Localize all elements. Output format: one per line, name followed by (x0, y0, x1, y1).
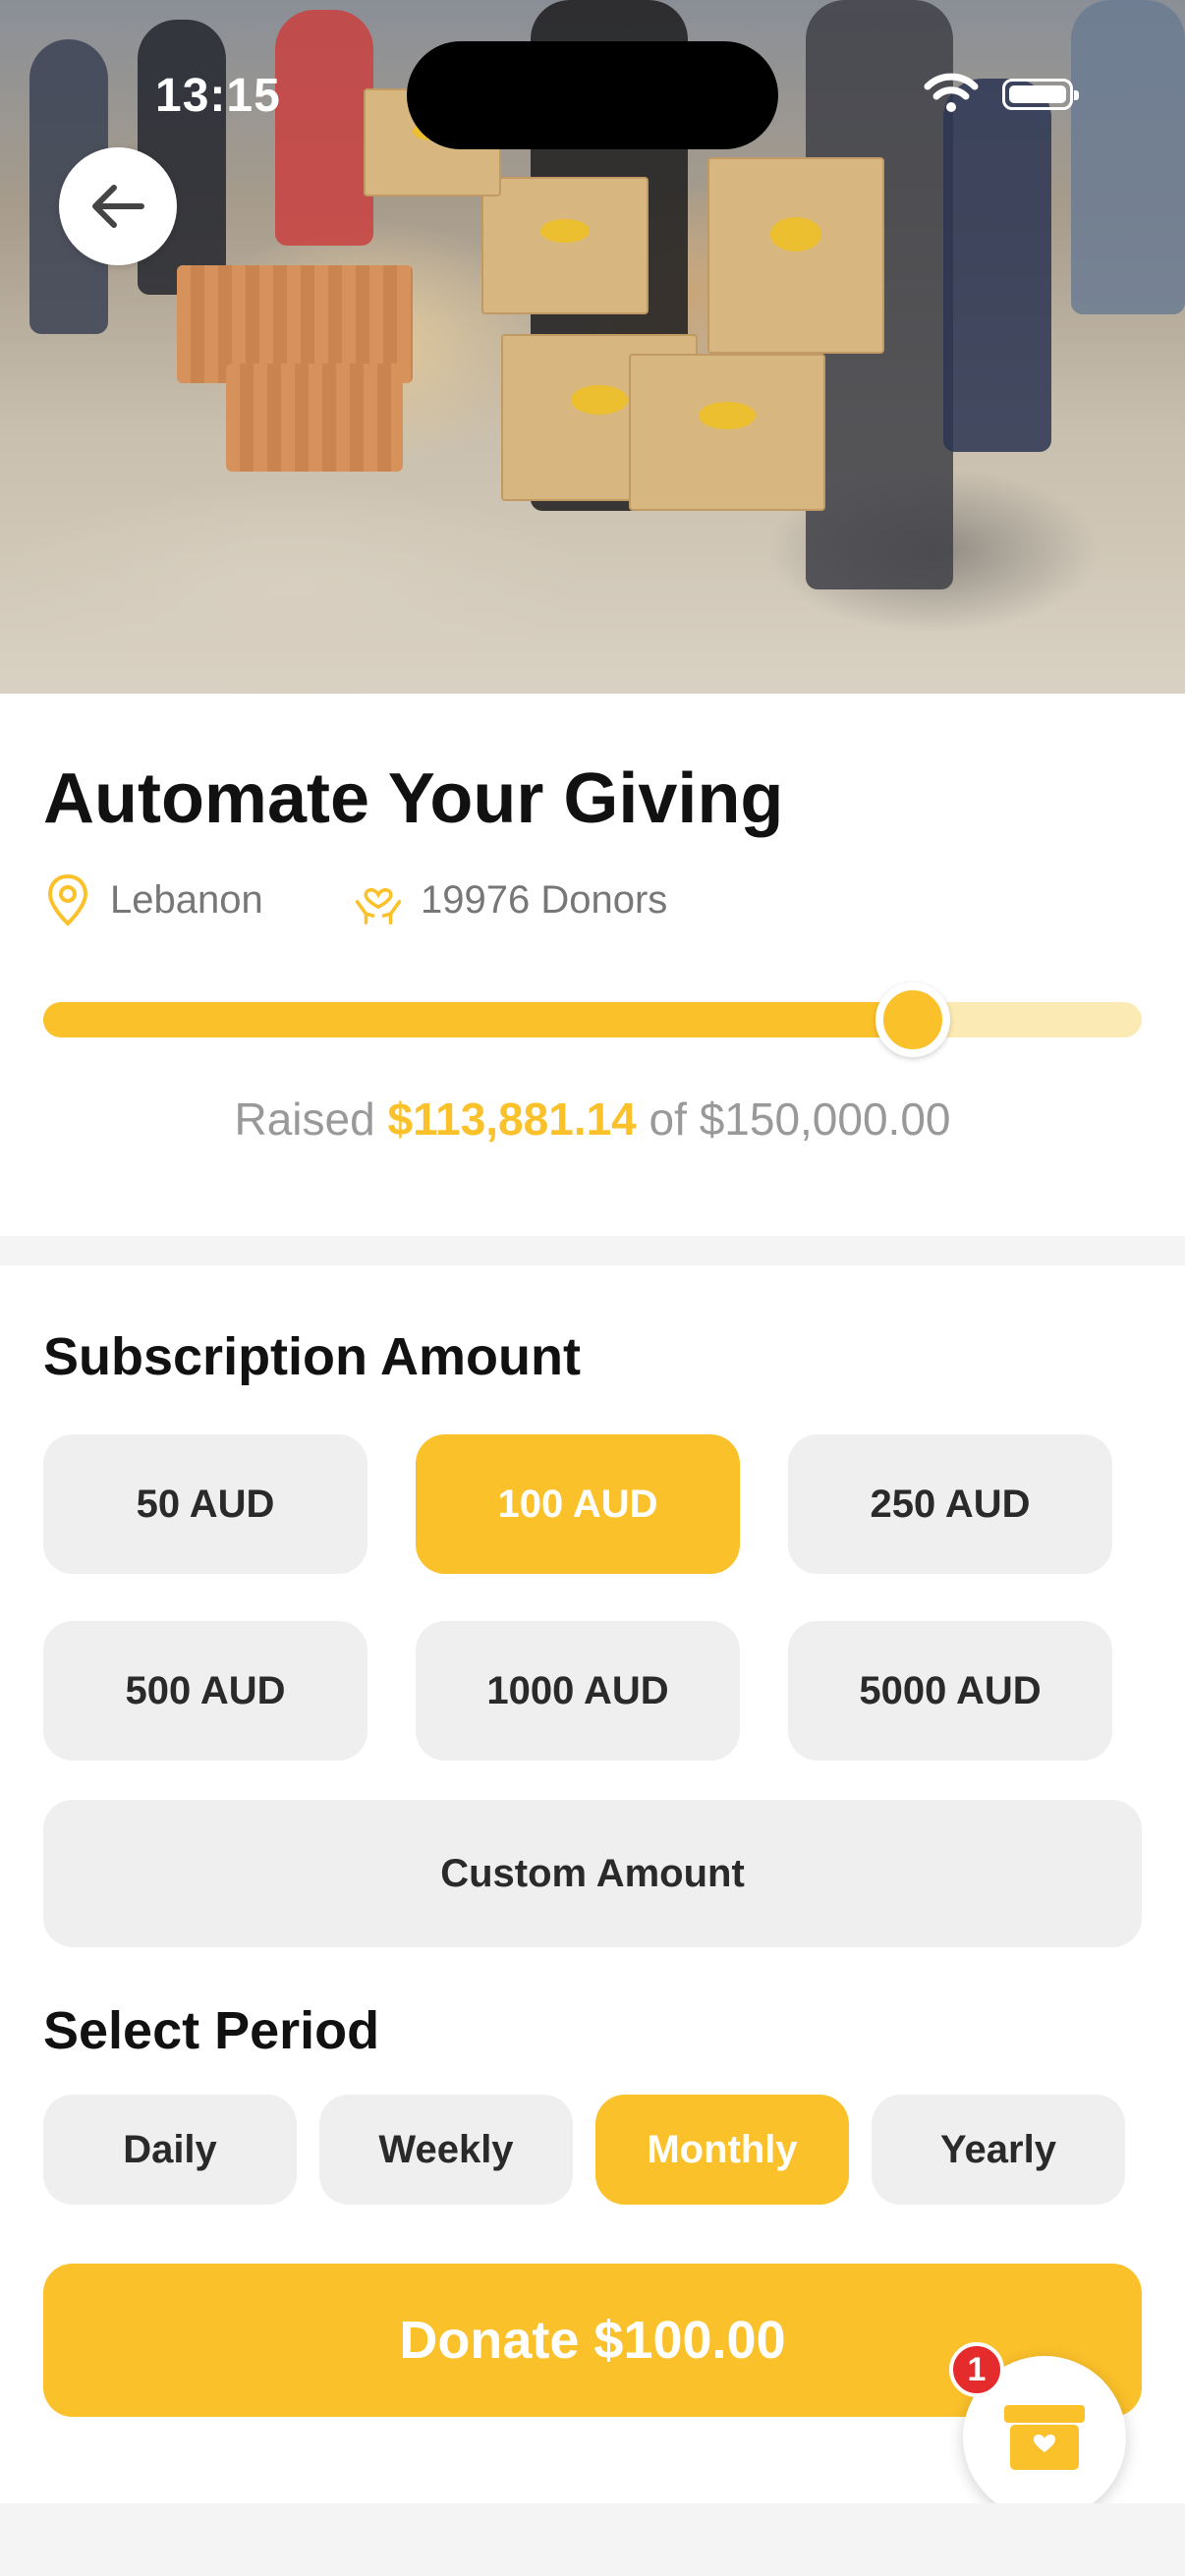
amount-chip[interactable]: 100 AUD (416, 1434, 740, 1574)
raised-goal: of $150,000.00 (649, 1093, 951, 1145)
raised-amount: $113,881.14 (387, 1093, 637, 1145)
period-chip[interactable]: Monthly (595, 2095, 849, 2205)
donors-label: 19976 Donors (421, 877, 668, 922)
wifi-icon (924, 73, 979, 112)
bottom-divider (0, 2503, 1185, 2576)
arrow-left-icon (92, 185, 144, 228)
amount-chip[interactable]: 50 AUD (43, 1434, 367, 1574)
donors-meta: 19976 Donors (354, 872, 667, 927)
progress-knob (875, 982, 951, 1057)
progress-bar (43, 982, 1142, 1057)
subscription-title: Subscription Amount (43, 1327, 581, 1386)
dynamic-island (407, 41, 778, 149)
period-chip[interactable]: Weekly (319, 2095, 573, 2205)
battery-icon (1002, 79, 1079, 110)
back-button[interactable] (59, 147, 177, 265)
status-time: 13:15 (155, 70, 281, 122)
location-pin-icon (47, 873, 88, 926)
location-label: Lebanon (110, 877, 263, 922)
amount-chip[interactable]: 500 AUD (43, 1621, 367, 1761)
donation-box-icon (1004, 2405, 1085, 2470)
period-chip[interactable]: Yearly (872, 2095, 1125, 2205)
amount-chip[interactable]: 250 AUD (788, 1434, 1112, 1574)
amount-chip[interactable]: 1000 AUD (416, 1621, 740, 1761)
raised-prefix: Raised (234, 1093, 375, 1145)
period-chip[interactable]: Daily (43, 2095, 297, 2205)
campaign-title: Automate Your Giving (43, 759, 784, 838)
section-divider (0, 1236, 1185, 1265)
raised-summary: Raised $113,881.14 of $150,000.00 (0, 1092, 1185, 1146)
amount-chip[interactable]: 5000 AUD (788, 1621, 1112, 1761)
custom-amount-button[interactable]: Custom Amount (43, 1800, 1142, 1947)
heart-hands-icon (355, 888, 402, 924)
location-meta: Lebanon (43, 872, 263, 927)
period-title: Select Period (43, 2001, 380, 2060)
progress-fill (43, 1002, 914, 1037)
cart-badge: 1 (949, 2342, 1004, 2397)
